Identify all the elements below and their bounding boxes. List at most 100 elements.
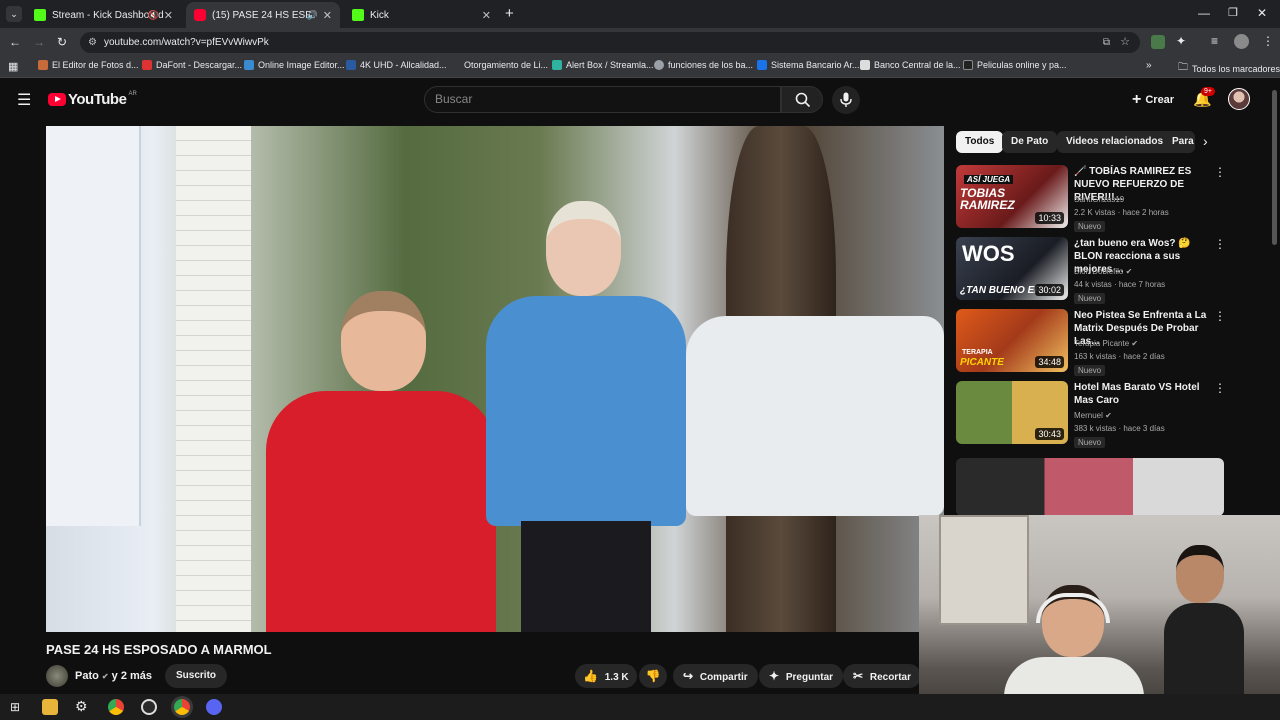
channel-name[interactable]: Terapia Picante ✔ (1074, 339, 1138, 348)
bookmark-item[interactable]: Peliculas online y pa... (963, 60, 1067, 70)
video-player[interactable] (46, 126, 944, 632)
chip-from-channel[interactable]: De Pato (1002, 131, 1058, 153)
channel-name[interactable]: Pato (75, 670, 99, 682)
browser-menu-icon[interactable]: ⋮ (1262, 34, 1274, 48)
apps-grid-icon[interactable]: ▦ (8, 60, 18, 73)
channel-name[interactable]: Blon Doblefilo ✔ (1074, 267, 1132, 276)
back-icon[interactable]: ← (9, 35, 21, 49)
close-window-button[interactable]: ✕ (1257, 6, 1267, 20)
coauthors-link[interactable]: y 2 más (112, 670, 152, 682)
bookmark-item[interactable]: Sistema Bancario Ar... (757, 60, 860, 70)
settings-icon[interactable]: ⚙ (75, 698, 88, 715)
ask-button[interactable]: ✦ Preguntar (759, 664, 844, 688)
discord-icon[interactable] (206, 699, 222, 715)
video-thumbnail[interactable]: TERAPIA PICANTE 34:48 (956, 309, 1068, 372)
close-tab-icon[interactable]: ✕ (323, 9, 332, 22)
account-avatar[interactable] (1228, 88, 1250, 110)
tab-kick-dashboard[interactable]: Stream - Kick Dashboard 🔇 ✕ (26, 2, 181, 28)
dislike-button[interactable]: 👎 (639, 664, 667, 688)
mute-icon[interactable]: 🔇 (148, 10, 159, 21)
recommendation-item[interactable]: TERAPIA PICANTE 34:48 Neo Pistea Se Enfr… (956, 309, 1236, 376)
verified-icon: ✔ (101, 672, 109, 681)
youtube-wordmark: YouTube (68, 91, 127, 108)
more-bookmarks-icon[interactable]: » (1146, 60, 1152, 71)
chips-next-icon[interactable]: › (1203, 133, 1208, 149)
minimize-button[interactable]: — (1198, 6, 1210, 20)
parked-white-car (686, 316, 944, 516)
bookmark-item[interactable]: Banco Central de la... (860, 60, 961, 70)
recommendation-title[interactable]: Hotel Mas Barato VS Hotel Mas Caro (1074, 381, 1214, 407)
tab-youtube-video[interactable]: (15) PASE 24 HS ESPOSADO 🔊 ✕ (186, 2, 340, 28)
recommendation-item[interactable]: WOS ¿TAN BUENO ERA 30:02 ¿tan bueno era … (956, 237, 1236, 304)
address-bar[interactable]: ⚙ youtube.com/watch?v=pfEVvWiwvPk ⧉ ☆ (80, 32, 1140, 53)
channel-info[interactable]: Pato ✔ y 2 más (75, 670, 152, 682)
share-label: Compartir (699, 672, 748, 683)
chip-all[interactable]: Todos (956, 131, 1004, 153)
channel-avatar[interactable] (46, 665, 68, 687)
site-info-icon[interactable]: ⚙ (88, 32, 97, 53)
bookmark-item[interactable]: Alert Box / Streamla... (552, 60, 654, 70)
create-button[interactable]: + Crear (1124, 86, 1182, 114)
more-options-icon[interactable]: ⋮ (1214, 237, 1226, 251)
duration-badge: 30:43 (1035, 428, 1064, 440)
share-button[interactable]: ↪ Compartir (673, 664, 758, 688)
close-tab-icon[interactable]: ✕ (164, 9, 173, 22)
new-badge: Nuevo (1074, 293, 1106, 304)
youtube-logo[interactable]: YouTube AR (48, 91, 137, 108)
search-button[interactable] (781, 86, 823, 113)
file-explorer-icon[interactable] (42, 699, 58, 715)
hamburger-menu-icon[interactable]: ☰ (17, 90, 31, 110)
more-options-icon[interactable]: ⋮ (1214, 381, 1226, 395)
more-options-icon[interactable]: ⋮ (1214, 165, 1226, 179)
bookmark-item[interactable]: funciones de los ba... (654, 60, 753, 70)
plus-icon: + (1132, 91, 1142, 108)
notifications-button[interactable]: 🔔 9+ (1193, 87, 1215, 109)
tab-kick[interactable]: Kick ✕ (344, 2, 499, 28)
chrome-icon[interactable] (108, 699, 124, 715)
extension-icon[interactable] (1151, 35, 1165, 49)
all-bookmarks-folder[interactable]: 🗀 Todos los marcadores (1178, 60, 1280, 77)
channel-name[interactable]: SantiGrizas19 (1074, 195, 1124, 204)
kick-favicon-icon (352, 9, 364, 21)
new-tab-button[interactable]: + (505, 5, 514, 22)
forward-icon[interactable]: → (33, 35, 45, 49)
bookmark-star-icon[interactable]: ☆ (1120, 32, 1130, 53)
bookmark-item[interactable]: 4K UHD - Allcalidad... (346, 60, 447, 70)
bookmark-label: Alert Box / Streamla... (566, 60, 654, 70)
install-app-icon[interactable]: ⧉ (1103, 32, 1110, 53)
profile-avatar-icon[interactable] (1234, 34, 1249, 49)
video-thumbnail[interactable]: 30:43 (956, 381, 1068, 444)
view-meta: 2.2 K vistas · hace 2 horas (1074, 208, 1169, 217)
like-button[interactable]: 👍 1.3 K (575, 664, 637, 688)
close-tab-icon[interactable]: ✕ (482, 9, 491, 22)
chrome-active-icon[interactable] (174, 699, 190, 715)
recommendation-item[interactable]: 30:43 Hotel Mas Barato VS Hotel Mas Caro… (956, 381, 1236, 448)
channel-name[interactable]: Mernuel ✔ (1074, 411, 1112, 420)
chip-related[interactable]: Videos relacionados (1057, 131, 1173, 153)
new-badge: Nuevo (1074, 437, 1106, 448)
extensions-puzzle-icon[interactable]: ✦ (1176, 34, 1186, 48)
recommendation-thumbnail-partial[interactable] (956, 458, 1224, 516)
search-input[interactable]: Buscar (424, 86, 781, 113)
bookmark-item[interactable]: El Editor de Fotos d... (38, 60, 139, 70)
reload-icon[interactable]: ↻ (57, 35, 67, 49)
obs-icon[interactable] (141, 699, 157, 715)
windows-start-icon[interactable]: ⊞ (10, 700, 20, 714)
bookmark-item[interactable]: DaFont - Descargar... (142, 60, 242, 70)
reading-list-icon[interactable]: ≡ (1211, 34, 1218, 48)
tab-search-button[interactable]: ⌄ (6, 6, 22, 22)
folder-icon: 🗀 (1178, 62, 1188, 73)
video-thumbnail[interactable]: ASÍ JUEGA TOBIAS RAMIREZ 10:33 (956, 165, 1068, 228)
voice-search-button[interactable] (832, 86, 860, 114)
bookmark-item[interactable]: Otorgamiento de Li... (450, 60, 548, 70)
sidebar-scrollbar[interactable] (1272, 90, 1277, 245)
video-thumbnail[interactable]: WOS ¿TAN BUENO ERA 30:02 (956, 237, 1068, 300)
chip-for-you[interactable]: Para (1163, 131, 1195, 153)
clip-button[interactable]: ✂ Recortar (843, 664, 921, 688)
bookmark-item[interactable]: Online Image Editor... (244, 60, 345, 70)
more-options-icon[interactable]: ⋮ (1214, 309, 1226, 323)
subscribed-button[interactable]: Suscrito (165, 664, 228, 688)
recommendation-item[interactable]: ASÍ JUEGA TOBIAS RAMIREZ 10:33 🦯 TOBÍAS … (956, 165, 1236, 232)
restore-button[interactable]: ❐ (1228, 6, 1238, 19)
audio-playing-icon[interactable]: 🔊 (307, 10, 318, 21)
